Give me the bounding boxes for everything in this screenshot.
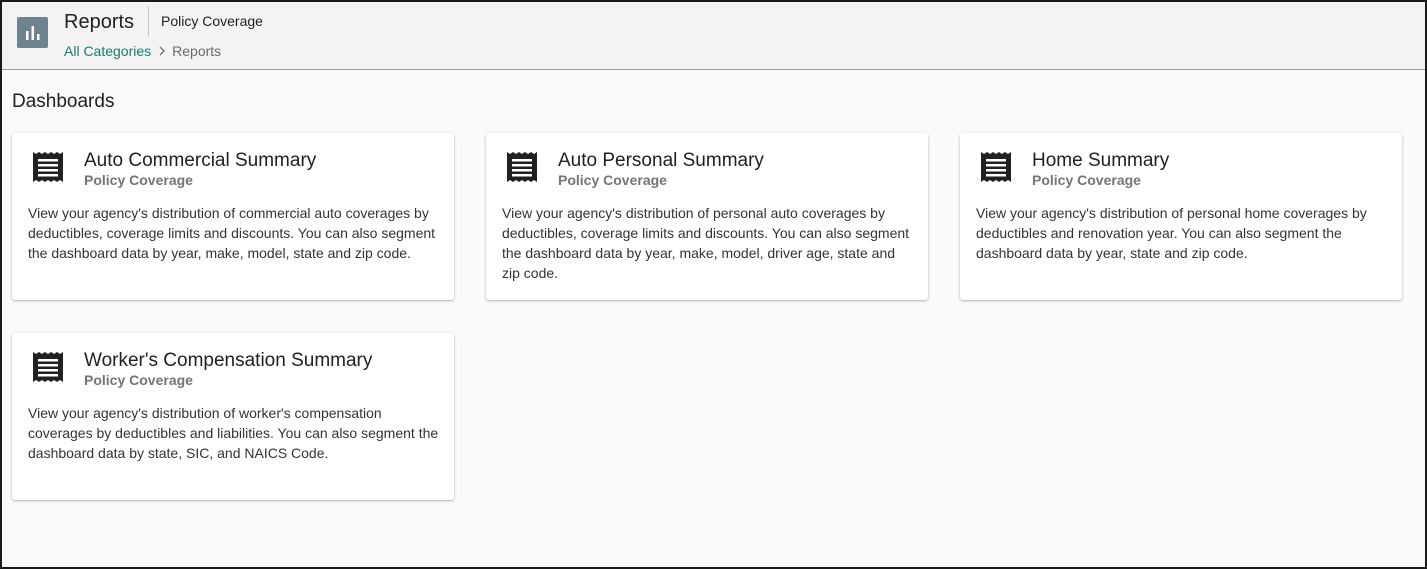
dashboard-card-auto-personal[interactable]: Auto Personal Summary Policy Coverage Vi… <box>486 133 928 300</box>
chevron-right-icon <box>158 46 166 56</box>
card-title: Auto Commercial Summary <box>84 150 317 171</box>
card-title: Home Summary <box>1032 150 1170 171</box>
card-subtitle: Policy Coverage <box>84 172 193 188</box>
card-description: View your agency's distribution of perso… <box>976 205 1367 261</box>
card-title: Auto Personal Summary <box>558 150 764 171</box>
dashboard-card-home[interactable]: Home Summary Policy Coverage View your a… <box>960 133 1402 300</box>
card-subtitle: Policy Coverage <box>84 372 193 388</box>
card-title: Worker's Compensation Summary <box>84 350 373 371</box>
dashboard-card-workers-compensation[interactable]: Worker's Compensation Summary Policy Cov… <box>12 333 454 500</box>
header-divider <box>148 6 149 37</box>
card-description: View your agency's distribution of worke… <box>28 405 439 461</box>
page-header: Reports Policy Coverage All Categories R… <box>2 2 1425 70</box>
breadcrumb-all-categories-link[interactable]: All Categories <box>64 42 151 60</box>
breadcrumb-current: Reports <box>172 43 222 59</box>
page-title: Reports <box>64 11 135 33</box>
dashboard-card-auto-commercial[interactable]: Auto Commercial Summary Policy Coverage … <box>12 133 454 300</box>
page-subtitle: Policy Coverage <box>161 13 263 29</box>
section-title: Dashboards <box>12 91 115 112</box>
receipt-icon <box>506 151 538 183</box>
receipt-icon <box>32 351 64 383</box>
card-subtitle: Policy Coverage <box>1032 172 1141 188</box>
card-description: View your agency's distribution of perso… <box>502 205 910 281</box>
receipt-icon <box>32 151 64 183</box>
breadcrumb: All Categories Reports <box>64 42 221 60</box>
bar-chart-icon <box>17 17 48 48</box>
receipt-icon <box>980 151 1012 183</box>
card-subtitle: Policy Coverage <box>558 172 667 188</box>
card-description: View your agency's distribution of comme… <box>28 205 436 261</box>
